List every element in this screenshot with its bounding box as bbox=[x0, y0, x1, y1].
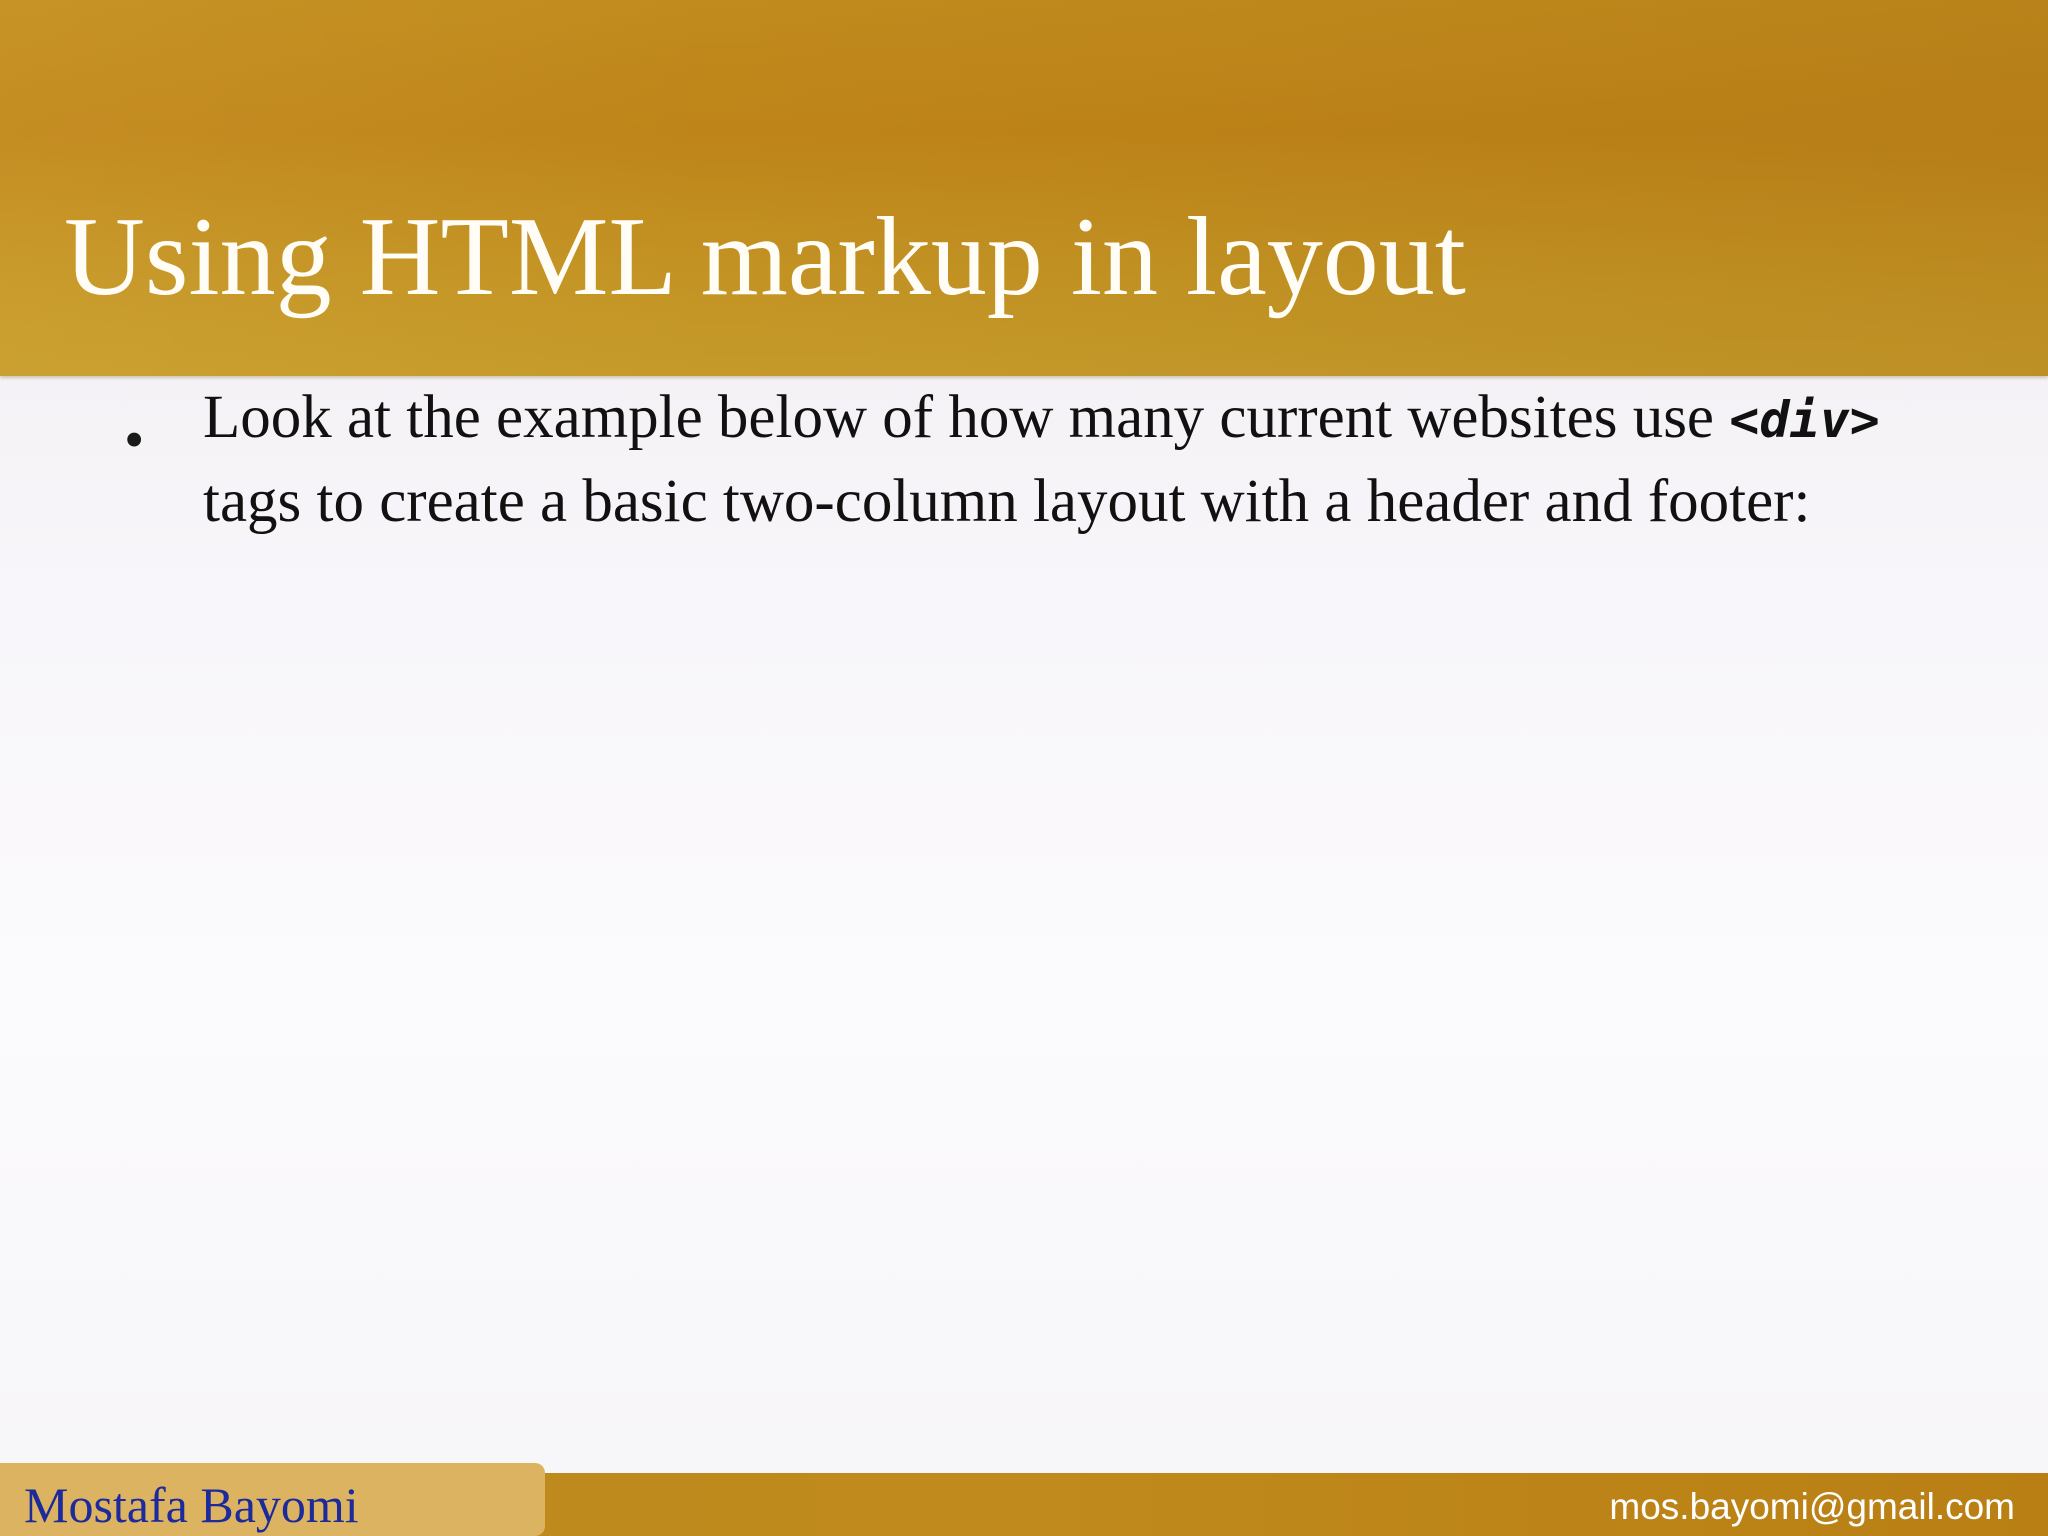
bullet-text-before: Look at the example below of how many cu… bbox=[203, 384, 1730, 451]
bullet-text-after: tags to create a basic two-column layout… bbox=[203, 468, 1811, 535]
bullet-marker-icon: • bbox=[124, 407, 145, 472]
author-email: mos.bayomi@gmail.com bbox=[1609, 1486, 2015, 1527]
bullet-item: Look at the example below of how many cu… bbox=[203, 377, 1963, 542]
code-div-tag: <div> bbox=[1729, 391, 1880, 449]
author-name: Mostafa Bayomi bbox=[24, 1477, 359, 1533]
slide-title: Using HTML markup in layout bbox=[64, 195, 1466, 319]
